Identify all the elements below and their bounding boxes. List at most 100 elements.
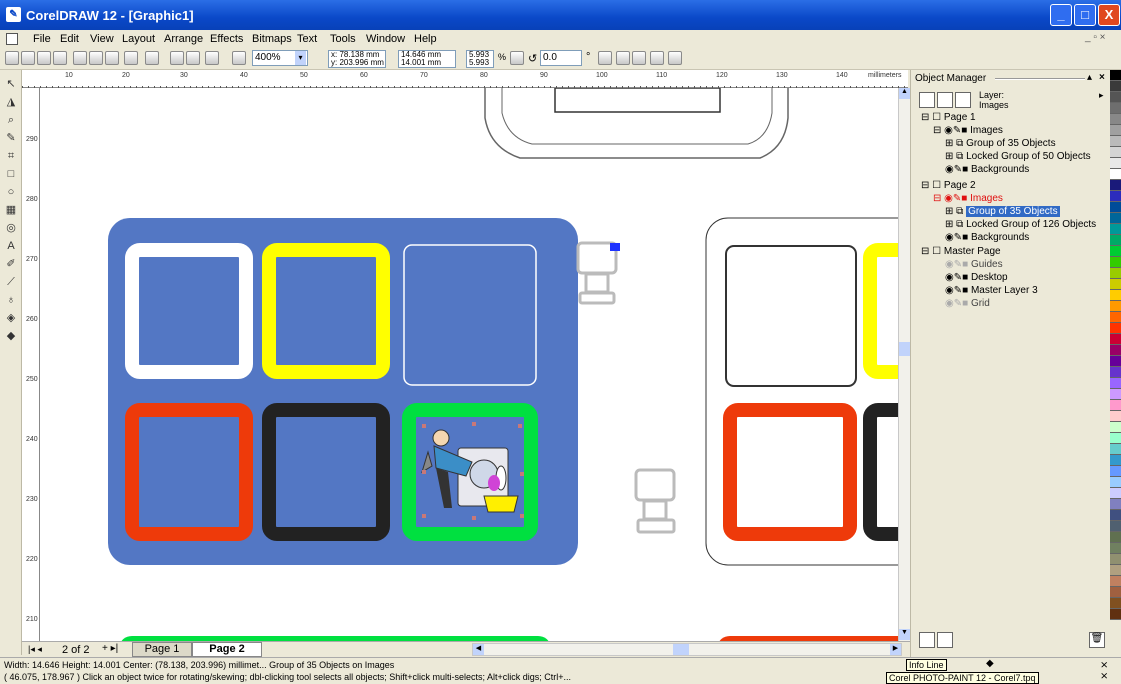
palette-swatch[interactable] [1110,532,1121,543]
palette-swatch[interactable] [1110,444,1121,455]
angle-field[interactable]: 0.0 [540,50,582,66]
ungroup-icon[interactable] [668,51,682,65]
zoom-level-select[interactable]: 400% ▾ [252,50,308,66]
interactive-blend-tool-icon[interactable]: ✐ [3,256,19,272]
mirror-vertical-icon[interactable] [616,51,630,65]
lock-ratio-icon[interactable] [510,51,524,65]
tree-row-backgrounds2[interactable]: ◉✎■ Backgrounds [945,232,1029,244]
menu-tools[interactable]: Tools [330,33,356,45]
tree-row-page2[interactable]: ⊟ ☐ Page 2 [921,180,976,192]
tab-page-2[interactable]: Page 2 [192,642,262,657]
palette-swatch[interactable] [1110,411,1121,422]
text-tool-icon[interactable]: A [3,238,19,254]
tree-row-desktop[interactable]: ◉✎■ Desktop [945,272,1008,284]
scroll-left-icon[interactable]: ◀ [473,644,484,655]
menu-file[interactable]: File [33,33,51,45]
show-properties-icon[interactable] [919,92,935,108]
delete-icon[interactable]: 🗑 [1089,632,1105,648]
welcome-icon[interactable] [232,51,246,65]
menu-view[interactable]: View [90,33,114,45]
palette-swatch[interactable] [1110,191,1121,202]
close-button[interactable]: X [1098,4,1120,26]
docker-flyout-icon[interactable]: ▸ [1099,90,1104,101]
palette-swatch[interactable] [1110,158,1121,169]
tree-row-group35-selected[interactable]: ⊞ ⧉ Group of 35 Objects [945,206,1060,218]
shape-tool-icon[interactable]: ◮ [3,94,19,110]
palette-swatch[interactable] [1110,81,1121,92]
menu-arrange[interactable]: Arrange [164,33,203,45]
menu-window[interactable]: Window [366,33,405,45]
palette-swatch[interactable] [1110,290,1121,301]
palette-swatch[interactable] [1110,345,1121,356]
to-front-icon[interactable] [632,51,646,65]
minimize-button[interactable]: _ [1050,4,1072,26]
rectangle-tool-icon[interactable]: □ [3,166,19,182]
outline-tool-icon[interactable]: ♁ [3,292,19,308]
palette-swatch[interactable] [1110,609,1121,620]
menu-text[interactable]: Text [297,33,317,45]
group-icon[interactable] [650,51,664,65]
tree-row-images-active[interactable]: ⊟ ◉✎■ Images [933,193,1003,205]
menu-help[interactable]: Help [414,33,437,45]
palette-swatch[interactable] [1110,268,1121,279]
undo-icon[interactable] [124,51,138,65]
palette-swatch[interactable] [1110,147,1121,158]
palette-swatch[interactable] [1110,510,1121,521]
palette-swatch[interactable] [1110,169,1121,180]
palette-swatch[interactable] [1110,378,1121,389]
palette-swatch[interactable] [1110,70,1121,81]
vertical-scrollbar[interactable]: ▲ ▼ [898,88,910,641]
tree-row-master-layer3[interactable]: ◉✎■ Master Layer 3 [945,285,1038,297]
palette-swatch[interactable] [1110,455,1121,466]
polygon-tool-icon[interactable]: ▦ [3,202,19,218]
palette-swatch[interactable] [1110,257,1121,268]
palette-swatch[interactable] [1110,422,1121,433]
palette-swatch[interactable] [1110,114,1121,125]
menu-effects[interactable]: Effects [210,33,243,45]
palette-swatch[interactable] [1110,125,1121,136]
pick-tool-icon[interactable]: ↖ [3,76,19,92]
color-palette[interactable] [1110,70,1121,657]
freehand-tool-icon[interactable]: ✎ [3,130,19,146]
tab-page-1[interactable]: Page 1 [132,642,192,657]
palette-swatch[interactable] [1110,312,1121,323]
print-icon[interactable] [53,51,67,65]
save-icon[interactable] [37,51,51,65]
scroll-right-icon[interactable]: ▶ [890,644,901,655]
layer-manager-view-icon[interactable] [955,92,971,108]
palette-swatch[interactable] [1110,356,1121,367]
tree-row-master[interactable]: ⊟ ☐ Master Page [921,246,1001,258]
maximize-button[interactable]: □ [1074,4,1096,26]
fill-indicator-icon[interactable]: ⨯ [1100,660,1108,671]
palette-swatch[interactable] [1110,180,1121,191]
paint-bucket-icon[interactable]: ◆ [986,658,994,669]
tree-row-locked50[interactable]: ⊞ ⧉ Locked Group of 50 Objects [945,151,1091,163]
palette-swatch[interactable] [1110,323,1121,334]
palette-swatch[interactable] [1110,543,1121,554]
ellipse-tool-icon[interactable]: ○ [3,184,19,200]
export-icon[interactable] [186,51,200,65]
drawing-canvas[interactable] [40,88,898,641]
scroll-down-icon[interactable]: ▼ [899,629,910,640]
palette-swatch[interactable] [1110,92,1121,103]
docker-collapse-icon[interactable]: ▴ [1087,72,1092,83]
application-launcher-icon[interactable] [205,51,219,65]
menu-bitmaps[interactable]: Bitmaps [252,33,292,45]
palette-swatch[interactable] [1110,554,1121,565]
cut-icon[interactable] [73,51,87,65]
redo-icon[interactable] [145,51,159,65]
h-scroll-thumb[interactable] [673,644,689,655]
palette-swatch[interactable] [1110,334,1121,345]
tree-row-page1[interactable]: ⊟ ☐ Page 1 [921,112,976,124]
docker-close-icon[interactable]: × [1099,72,1105,83]
palette-swatch[interactable] [1110,598,1121,609]
palette-swatch[interactable] [1110,488,1121,499]
new-icon[interactable] [5,51,19,65]
position-xy-fields[interactable]: x: 78.138 mm y: 203.996 mm [328,50,386,68]
new-layer-icon[interactable] [919,632,935,648]
palette-swatch[interactable] [1110,213,1121,224]
palette-swatch[interactable] [1110,279,1121,290]
paste-icon[interactable] [105,51,119,65]
outline-indicator-icon[interactable]: ⨯ [1100,671,1108,682]
tree-row-guides[interactable]: ◉✎■ Guides [945,259,1003,271]
